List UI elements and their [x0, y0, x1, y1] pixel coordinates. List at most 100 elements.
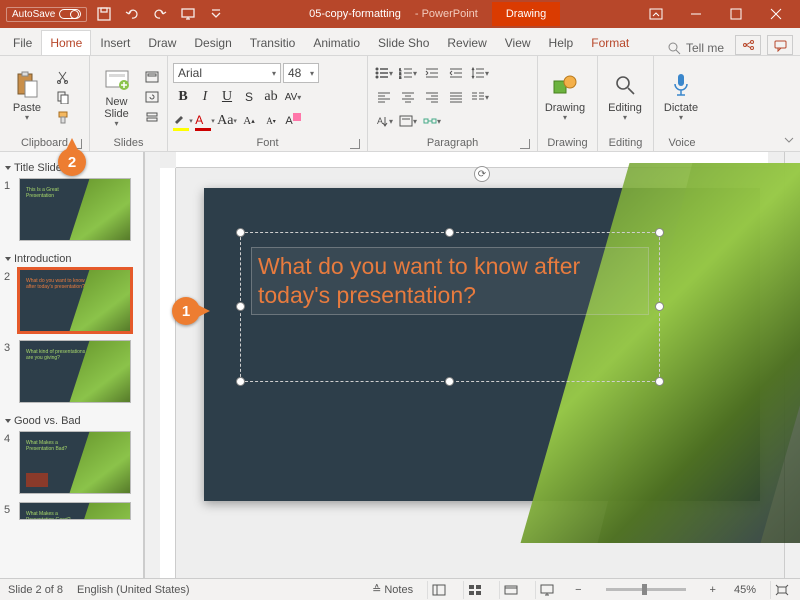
ribbon-options-button[interactable]: [636, 0, 676, 28]
resize-handle-tm[interactable]: [445, 228, 454, 237]
thumbnails-scrollbar[interactable]: [144, 152, 160, 578]
zoom-percent[interactable]: 45%: [734, 584, 756, 596]
share-button[interactable]: [735, 35, 761, 55]
font-size-selector[interactable]: 48▾: [283, 63, 319, 83]
font-family-selector[interactable]: Arial▾: [173, 63, 281, 83]
copy-button[interactable]: [53, 88, 73, 106]
resize-handle-tl[interactable]: [236, 228, 245, 237]
tab-home[interactable]: Home: [41, 30, 91, 55]
resize-handle-br[interactable]: [655, 377, 664, 386]
layout-button[interactable]: [142, 68, 162, 86]
resize-handle-mr[interactable]: [655, 302, 664, 311]
normal-view-button[interactable]: [427, 581, 449, 599]
cut-button[interactable]: [53, 68, 73, 86]
text-direction-button[interactable]: A▾: [373, 111, 395, 131]
reading-view-button[interactable]: [499, 581, 521, 599]
format-painter-button[interactable]: [53, 108, 73, 126]
thumbnail-4[interactable]: What Makes a Presentation Bad?: [19, 431, 131, 494]
clear-formatting-button[interactable]: A: [283, 111, 303, 131]
thumbnail-2[interactable]: What do you want to know after today's p…: [19, 269, 131, 332]
smartart-button[interactable]: ▾: [421, 111, 443, 131]
notes-button[interactable]: ≙ Notes: [372, 583, 413, 596]
language-indicator[interactable]: English (United States): [77, 584, 190, 596]
tab-animations[interactable]: Animatio: [304, 30, 369, 55]
zoom-in-button[interactable]: +: [706, 584, 720, 596]
section-good-bad[interactable]: Good vs. Bad: [4, 411, 139, 431]
columns-button[interactable]: ▾: [469, 87, 491, 107]
font-launcher[interactable]: [350, 139, 360, 149]
align-center-button[interactable]: [397, 87, 419, 107]
slide-canvas-area[interactable]: ⟳ What do you want to know after today's…: [160, 152, 784, 578]
slide-thumbnails-pane[interactable]: Title Slide 1This Is a Great Presentatio…: [0, 152, 144, 578]
tab-draw[interactable]: Draw: [139, 30, 185, 55]
align-left-button[interactable]: [373, 87, 395, 107]
bullets-button[interactable]: ▾: [373, 63, 395, 83]
tab-insert[interactable]: Insert: [91, 30, 139, 55]
thumbnail-3[interactable]: What kind of presentations are you givin…: [19, 340, 131, 403]
grow-font-button[interactable]: A▴: [239, 111, 259, 131]
collapse-ribbon-button[interactable]: [782, 133, 796, 147]
fit-to-window-button[interactable]: [770, 581, 792, 599]
italic-button[interactable]: I: [195, 87, 215, 107]
paragraph-launcher[interactable]: [520, 139, 530, 149]
save-button[interactable]: [93, 3, 115, 25]
tab-transitions[interactable]: Transitio: [241, 30, 305, 55]
close-button[interactable]: [756, 0, 796, 28]
current-slide[interactable]: ⟳ What do you want to know after today's…: [204, 188, 760, 501]
drawing-button[interactable]: Drawing▾: [543, 63, 587, 131]
reset-slide-button[interactable]: [142, 88, 162, 106]
decrease-indent-button[interactable]: [421, 63, 443, 83]
comments-button[interactable]: [767, 35, 793, 55]
new-slide-button[interactable]: New Slide▾: [95, 63, 138, 131]
increase-indent-button[interactable]: [445, 63, 467, 83]
shrink-font-button[interactable]: A▾: [261, 111, 281, 131]
align-text-button[interactable]: ▾: [397, 111, 419, 131]
slide-indicator[interactable]: Slide 2 of 8: [8, 584, 63, 596]
thumbnail-5[interactable]: What Makes a Presentation Good?: [19, 502, 131, 520]
tab-view[interactable]: View: [496, 30, 540, 55]
qat-customize-button[interactable]: [205, 3, 227, 25]
section-button[interactable]: [142, 108, 162, 126]
zoom-slider[interactable]: [606, 588, 686, 591]
resize-handle-bm[interactable]: [445, 377, 454, 386]
tab-help[interactable]: Help: [540, 30, 583, 55]
highlight-button[interactable]: ▾: [173, 111, 193, 131]
thumbnail-1[interactable]: This Is a Great Presentation: [19, 178, 131, 241]
minimize-button[interactable]: [676, 0, 716, 28]
tell-me-search[interactable]: Tell me: [660, 41, 732, 55]
numbering-button[interactable]: 123▾: [397, 63, 419, 83]
title-text[interactable]: What do you want to know after today's p…: [251, 247, 649, 315]
tab-slideshow[interactable]: Slide Sho: [369, 30, 438, 55]
underline-button[interactable]: U: [217, 87, 237, 107]
autosave-toggle[interactable]: AutoSave: [6, 7, 87, 22]
zoom-out-button[interactable]: −: [571, 584, 585, 596]
section-introduction[interactable]: Introduction: [4, 249, 139, 269]
tab-design[interactable]: Design: [185, 30, 240, 55]
undo-button[interactable]: [121, 3, 143, 25]
tab-file[interactable]: File: [4, 30, 41, 55]
resize-handle-tr[interactable]: [655, 228, 664, 237]
bold-button[interactable]: B: [173, 87, 193, 107]
title-textbox[interactable]: What do you want to know after today's p…: [240, 232, 660, 382]
tab-format[interactable]: Format: [582, 30, 638, 55]
align-right-button[interactable]: [421, 87, 443, 107]
editing-button[interactable]: Editing▾: [603, 63, 647, 131]
justify-button[interactable]: [445, 87, 467, 107]
rotate-handle[interactable]: ⟳: [474, 166, 490, 182]
start-slideshow-button[interactable]: [177, 3, 199, 25]
font-color-button[interactable]: A▾: [195, 111, 215, 131]
change-case-button[interactable]: Aa▾: [217, 111, 237, 131]
strikethrough-button[interactable]: S: [239, 87, 259, 107]
maximize-button[interactable]: [716, 0, 756, 28]
tab-review[interactable]: Review: [438, 30, 495, 55]
dictate-button[interactable]: Dictate▾: [659, 63, 703, 131]
line-spacing-button[interactable]: ▾: [469, 63, 491, 83]
redo-button[interactable]: [149, 3, 171, 25]
paste-button[interactable]: Paste▾: [5, 63, 49, 131]
resize-handle-bl[interactable]: [236, 377, 245, 386]
character-spacing-button[interactable]: AV▾: [283, 87, 303, 107]
slideshow-view-button[interactable]: [535, 581, 557, 599]
sorter-view-button[interactable]: [463, 581, 485, 599]
resize-handle-ml[interactable]: [236, 302, 245, 311]
shadow-button[interactable]: ab: [261, 87, 281, 107]
